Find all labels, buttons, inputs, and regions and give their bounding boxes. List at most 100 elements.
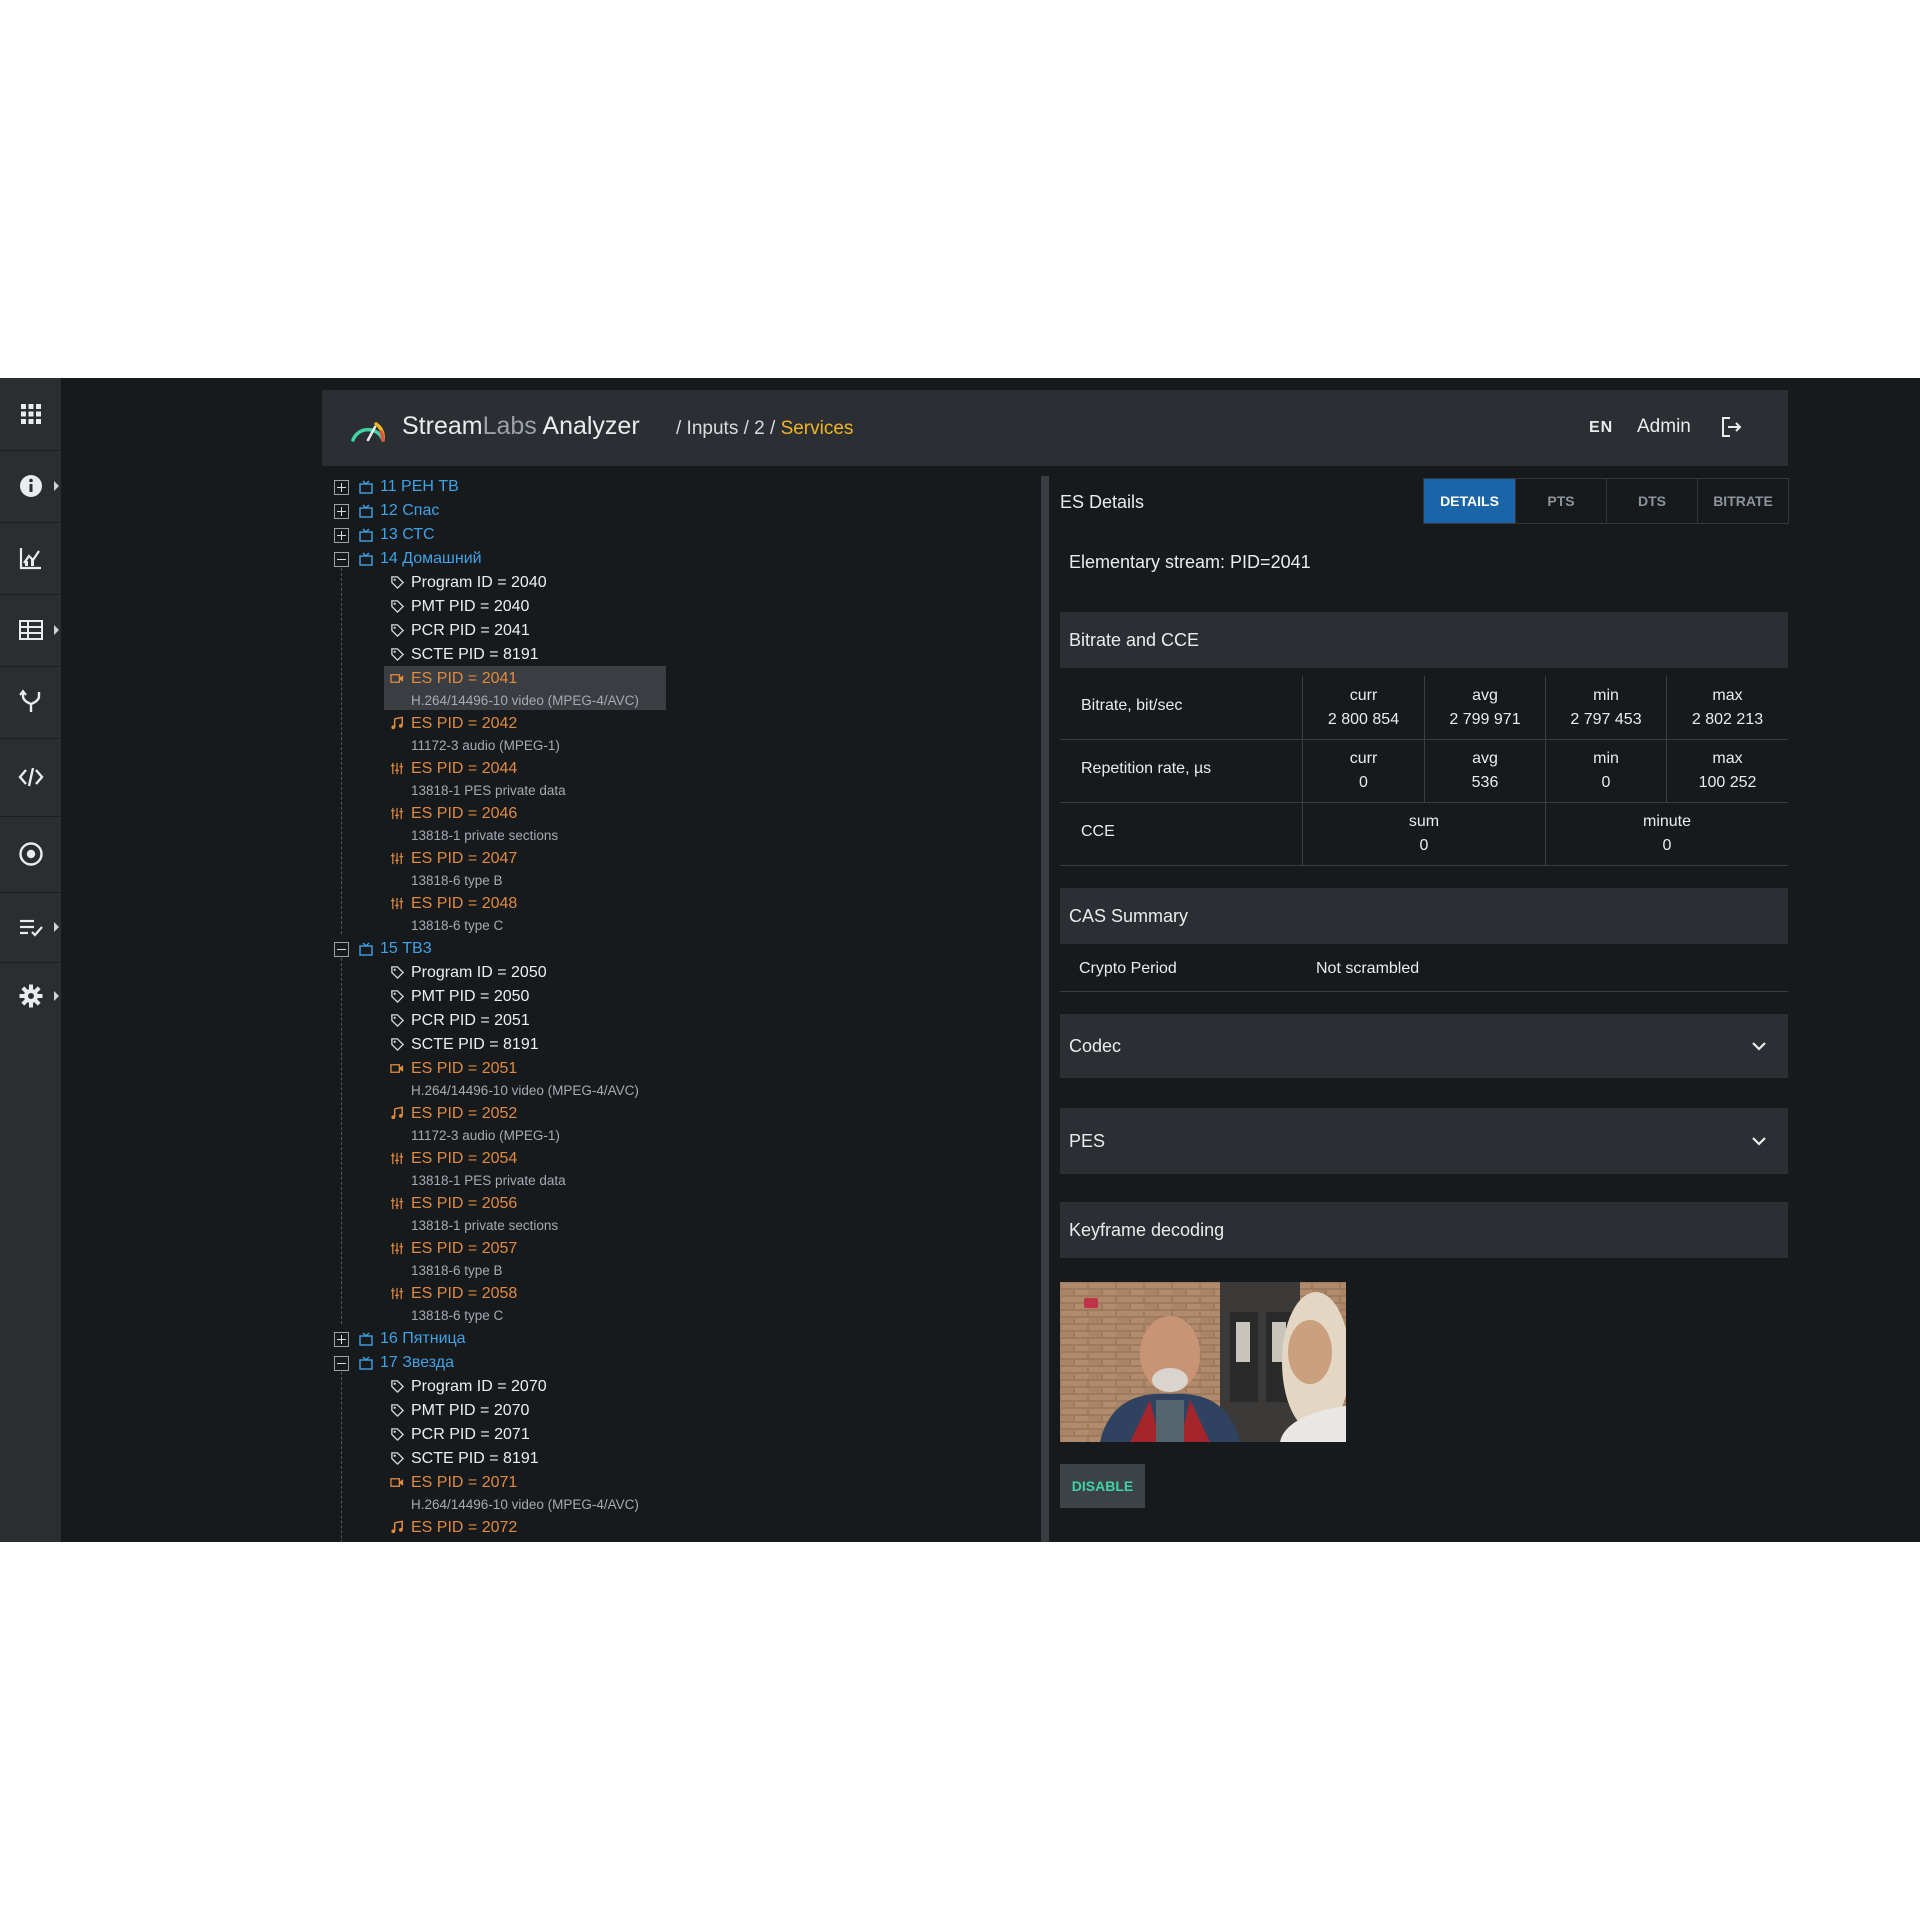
tree-es-node[interactable]: ES PID = 2044 13818-1 PES private data	[322, 758, 722, 800]
tree-es-node[interactable]: ES PID = 2048 13818-6 type C	[322, 893, 722, 935]
tree-es-node[interactable]: ES PID = 2058 13818-6 type C	[322, 1283, 722, 1325]
tree-es-node[interactable]: ES PID = 2042 11172-3 audio (MPEG-1)	[322, 713, 722, 755]
tree-property-node[interactable]: Program ID = 2070	[322, 1376, 622, 1398]
cell-header: min	[1593, 750, 1619, 767]
es-type-label: 13818-6 type B	[411, 873, 503, 888]
tree-property-node[interactable]: PMT PID = 2040	[322, 596, 622, 618]
tree-es-node[interactable]: ES PID = 2051 H.264/14496-10 video (MPEG-…	[322, 1058, 722, 1100]
cell-header: curr	[1349, 750, 1378, 767]
tree-service-node[interactable]: 11 РЕН ТВ	[322, 476, 622, 498]
row-label: CCE	[1081, 823, 1115, 840]
tab-details[interactable]: DETAILS	[1424, 479, 1516, 523]
data-stream-icon	[390, 1287, 404, 1300]
tree-guide-line	[341, 1372, 342, 1542]
tv-icon	[359, 504, 373, 518]
video-stream-icon	[390, 674, 404, 683]
chevron-down-icon[interactable]	[1750, 1037, 1768, 1055]
rail-button-record[interactable]	[0, 816, 61, 892]
expand-toggle-icon[interactable]	[334, 528, 349, 543]
tree-es-node[interactable]: ES PID = 2057 13818-6 type B	[322, 1238, 722, 1280]
tree-property-node[interactable]: PCR PID = 2051	[322, 1010, 622, 1032]
rail-button-gear[interactable]	[0, 962, 61, 1030]
tree-property-node[interactable]: SCTE PID = 8191	[322, 644, 622, 666]
tree-service-node[interactable]: 13 СТС	[322, 524, 622, 546]
es-pid-label: ES PID = 2042	[411, 715, 518, 732]
tab-pts[interactable]: PTS	[1516, 479, 1607, 523]
collapse-toggle-icon[interactable]	[334, 942, 349, 957]
tab-bitrate[interactable]: BITRATE	[1698, 479, 1788, 523]
tree-es-node[interactable]: ES PID = 2056 13818-1 private sections	[322, 1193, 722, 1235]
collapse-toggle-icon[interactable]	[334, 1356, 349, 1371]
bitrate-section-header: Bitrate and CCE	[1060, 612, 1788, 668]
property-label: Program ID = 2040	[411, 574, 547, 591]
caret-right-icon	[54, 625, 59, 635]
service-label: 16 Пятница	[380, 1330, 466, 1347]
logout-icon[interactable]	[1718, 414, 1744, 440]
rail-button-chart[interactable]	[0, 522, 61, 594]
cell-header: max	[1712, 687, 1743, 704]
tree-property-node[interactable]: PMT PID = 2070	[322, 1400, 622, 1422]
tree-es-node[interactable]: ES PID = 2072	[322, 1517, 722, 1542]
rail-button-checklist[interactable]	[0, 892, 61, 962]
property-label: SCTE PID = 8191	[411, 1036, 539, 1053]
service-label: 11 РЕН ТВ	[380, 478, 459, 495]
property-label: Program ID = 2050	[411, 964, 547, 981]
tab-dts[interactable]: DTS	[1607, 479, 1698, 523]
audio-stream-icon	[391, 716, 403, 730]
tree-es-node[interactable]: ES PID = 2047 13818-6 type B	[322, 848, 722, 890]
tree-property-node[interactable]: Program ID = 2040	[322, 572, 622, 594]
tree-property-node[interactable]: SCTE PID = 8191	[322, 1448, 622, 1470]
tree-es-node[interactable]: ES PID = 2041 H.264/14496-10 video (MPEG-…	[322, 668, 722, 710]
tv-icon	[359, 552, 373, 566]
brand-stream: Stream	[402, 412, 483, 440]
tree-service-node[interactable]: 15 ТВ3	[322, 938, 622, 960]
tree-property-node[interactable]: PCR PID = 2071	[322, 1424, 622, 1446]
property-label: SCTE PID = 8191	[411, 646, 539, 663]
chevron-down-icon[interactable]	[1750, 1132, 1768, 1150]
rail-button-table[interactable]	[0, 594, 61, 666]
expand-toggle-icon[interactable]	[334, 504, 349, 519]
disable-button[interactable]: DISABLE	[1060, 1464, 1145, 1508]
panel-title: ES Details	[1060, 492, 1145, 512]
tree-service-node[interactable]: 16 Пятница	[322, 1328, 622, 1350]
tree-es-node[interactable]: ES PID = 2052 11172-3 audio (MPEG-1)	[322, 1103, 722, 1145]
keyframe-section-header: Keyframe decoding	[1060, 1202, 1788, 1258]
tree-property-node[interactable]: PCR PID = 2041	[322, 620, 622, 642]
rail-button-info[interactable]	[0, 450, 61, 522]
property-label: PCR PID = 2041	[411, 622, 530, 639]
keyframe-thumbnail	[1060, 1282, 1346, 1442]
codec-section-header[interactable]: Codec	[1060, 1014, 1788, 1078]
tree-es-node[interactable]: ES PID = 2054 13818-1 PES private data	[322, 1148, 722, 1190]
rail-button-apps-grid[interactable]	[0, 378, 61, 450]
rail-divider	[0, 666, 61, 667]
tree-property-node[interactable]: SCTE PID = 8191	[322, 1034, 622, 1056]
rail-button-fork[interactable]	[0, 666, 61, 738]
expand-toggle-icon[interactable]	[334, 480, 349, 495]
tree-service-node[interactable]: 12 Спас	[322, 500, 622, 522]
code-icon	[17, 767, 44, 787]
cell-value: 536	[1471, 774, 1499, 791]
tree-property-node[interactable]: Program ID = 2050	[322, 962, 622, 984]
cell-header: sum	[1408, 813, 1440, 830]
panel-splitter[interactable]	[1041, 476, 1049, 1542]
property-label: PMT PID = 2070	[411, 1402, 530, 1419]
breadcrumb-path[interactable]: / Inputs / 2 /	[676, 418, 775, 439]
expand-toggle-icon[interactable]	[334, 1332, 349, 1347]
rail-button-code[interactable]	[0, 738, 61, 816]
caret-right-icon	[54, 922, 59, 932]
tree-es-node[interactable]: ES PID = 2046 13818-1 private sections	[322, 803, 722, 845]
collapse-toggle-icon[interactable]	[334, 552, 349, 567]
breadcrumb: / Inputs / 2 / Services	[676, 418, 853, 440]
tree-es-node[interactable]: ES PID = 2071 H.264/14496-10 video (MPEG-…	[322, 1472, 722, 1514]
top-header: StreamLabs Analyzer / Inputs / 2 / Servi…	[322, 390, 1788, 466]
language-switch[interactable]: EN	[1589, 419, 1613, 437]
pes-section-header[interactable]: PES	[1060, 1108, 1788, 1174]
tree-service-node[interactable]: 17 Звезда	[322, 1352, 622, 1374]
tree-property-node[interactable]: PMT PID = 2050	[322, 986, 622, 1008]
tag-icon	[391, 990, 405, 1004]
service-label: 12 Спас	[380, 502, 440, 519]
user-menu[interactable]: Admin	[1637, 416, 1691, 438]
data-stream-icon	[390, 1197, 404, 1210]
tree-service-node[interactable]: 14 Домашний	[322, 548, 622, 570]
fork-icon	[18, 689, 40, 712]
